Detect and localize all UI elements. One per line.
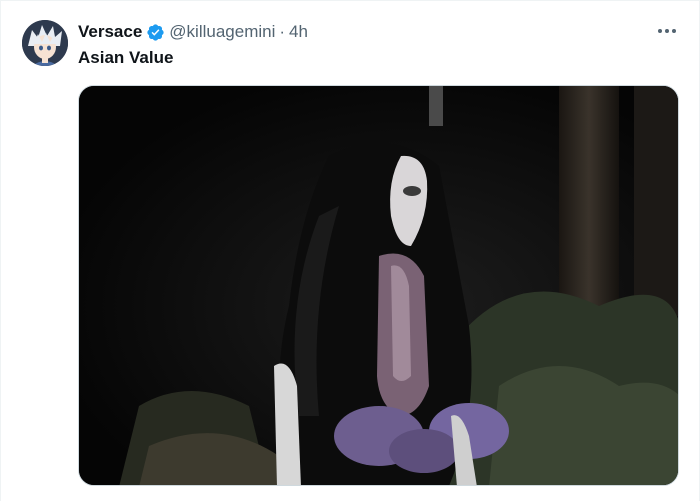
verified-badge-icon	[147, 23, 164, 41]
avatar[interactable]	[22, 20, 68, 66]
more-options-icon	[658, 29, 662, 33]
tweet-media-photo[interactable]	[78, 85, 679, 486]
anime-avatar-icon	[22, 20, 68, 66]
more-dot	[672, 29, 676, 33]
user-handle[interactable]: @killuagemini	[169, 21, 275, 43]
display-name[interactable]: Versace	[78, 21, 142, 43]
more-dot	[665, 29, 669, 33]
more-options-button[interactable]	[655, 19, 679, 43]
tweet-text: Asian Value	[78, 48, 174, 67]
photo-dark-forest-figure-icon	[79, 86, 678, 485]
timestamp[interactable]: 4h	[289, 21, 308, 43]
tweet-header: Versace @killuagemini · 4h	[78, 21, 308, 43]
tweet-card[interactable]: Versace @killuagemini · 4h Asian Value	[0, 0, 700, 501]
separator-dot: ·	[279, 22, 286, 41]
